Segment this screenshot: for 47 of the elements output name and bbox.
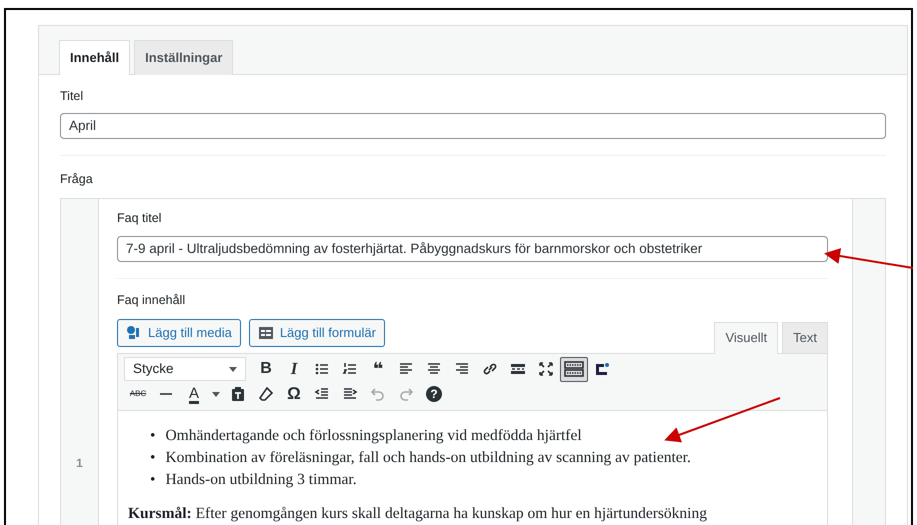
field-label: Faq innehåll bbox=[117, 292, 186, 309]
strikethrough-button[interactable]: ABC bbox=[124, 382, 152, 406]
caret-icon[interactable] bbox=[212, 392, 220, 396]
link-icon[interactable] bbox=[482, 361, 498, 377]
editor-tab[interactable]: Visuellt bbox=[714, 322, 778, 354]
bold-button[interactable]: B bbox=[252, 356, 280, 382]
field-label: Titel bbox=[60, 88, 84, 104]
numbered-list-icon[interactable] bbox=[342, 361, 358, 377]
tab[interactable]: Inställningar bbox=[134, 40, 234, 74]
row-number: 1 bbox=[76, 456, 83, 470]
media-icon bbox=[126, 324, 142, 340]
bullet-marker: • bbox=[150, 448, 156, 468]
italic-button[interactable]: I bbox=[280, 356, 308, 382]
bulleted-list-icon[interactable] bbox=[314, 361, 330, 377]
form-icon bbox=[258, 324, 274, 340]
title-input[interactable]: April bbox=[60, 113, 886, 140]
text-color-button[interactable]: A bbox=[180, 382, 208, 406]
list-item: Omhändertagande och förlossningsplanering vid medfödda hjärtfel bbox=[165, 426, 582, 446]
indent-icon[interactable] bbox=[342, 386, 358, 402]
outdent-icon[interactable] bbox=[314, 386, 330, 402]
fullscreen-icon[interactable] bbox=[538, 361, 554, 377]
plugin-icon[interactable] bbox=[594, 361, 610, 377]
add-form-button[interactable]: Lägg till formulär bbox=[248, 318, 385, 346]
read-more-icon[interactable] bbox=[510, 361, 526, 377]
paste-text-icon[interactable] bbox=[230, 386, 246, 402]
tab[interactable]: Innehåll bbox=[59, 40, 130, 74]
eraser-icon[interactable] bbox=[258, 386, 274, 402]
bullet-marker: • bbox=[150, 426, 156, 446]
faq-title-input[interactable]: 7-9 april - Ultraljudsbedömning av fosterhjärtat. Påbyggnadskurs för barnmorskor och obstetriker bbox=[117, 236, 828, 262]
field-label: Faq titel bbox=[117, 210, 162, 227]
toggle-button[interactable] bbox=[560, 356, 588, 382]
editor-tab[interactable]: Text bbox=[782, 322, 828, 354]
align-right-icon[interactable] bbox=[454, 361, 470, 377]
align-left-icon[interactable] bbox=[398, 361, 414, 377]
blockquote-button[interactable]: ❝ bbox=[364, 356, 392, 382]
list-item: Kombination av föreläsningar, fall och hands-on utbildning av scanning av patienter. bbox=[165, 448, 691, 468]
help-button[interactable]: ? bbox=[420, 382, 448, 406]
add-media-button[interactable]: Lägg till media bbox=[117, 318, 241, 346]
paragraph: Kursmål: Efter genomgången kurs skall deltagarna ha kunskap om hur en hjärtundersökning bbox=[128, 504, 708, 524]
special-character-button[interactable]: Ω bbox=[280, 382, 308, 406]
bullet-marker: • bbox=[150, 470, 156, 490]
format-dropdown[interactable]: Stycke bbox=[124, 357, 246, 381]
keyboard-icon bbox=[564, 361, 584, 377]
field-label: Fråga bbox=[60, 171, 94, 188]
list-item: Hands-on utbildning 3 timmar. bbox=[165, 470, 357, 490]
caret-icon bbox=[229, 366, 237, 372]
align-center-icon[interactable] bbox=[426, 361, 442, 377]
